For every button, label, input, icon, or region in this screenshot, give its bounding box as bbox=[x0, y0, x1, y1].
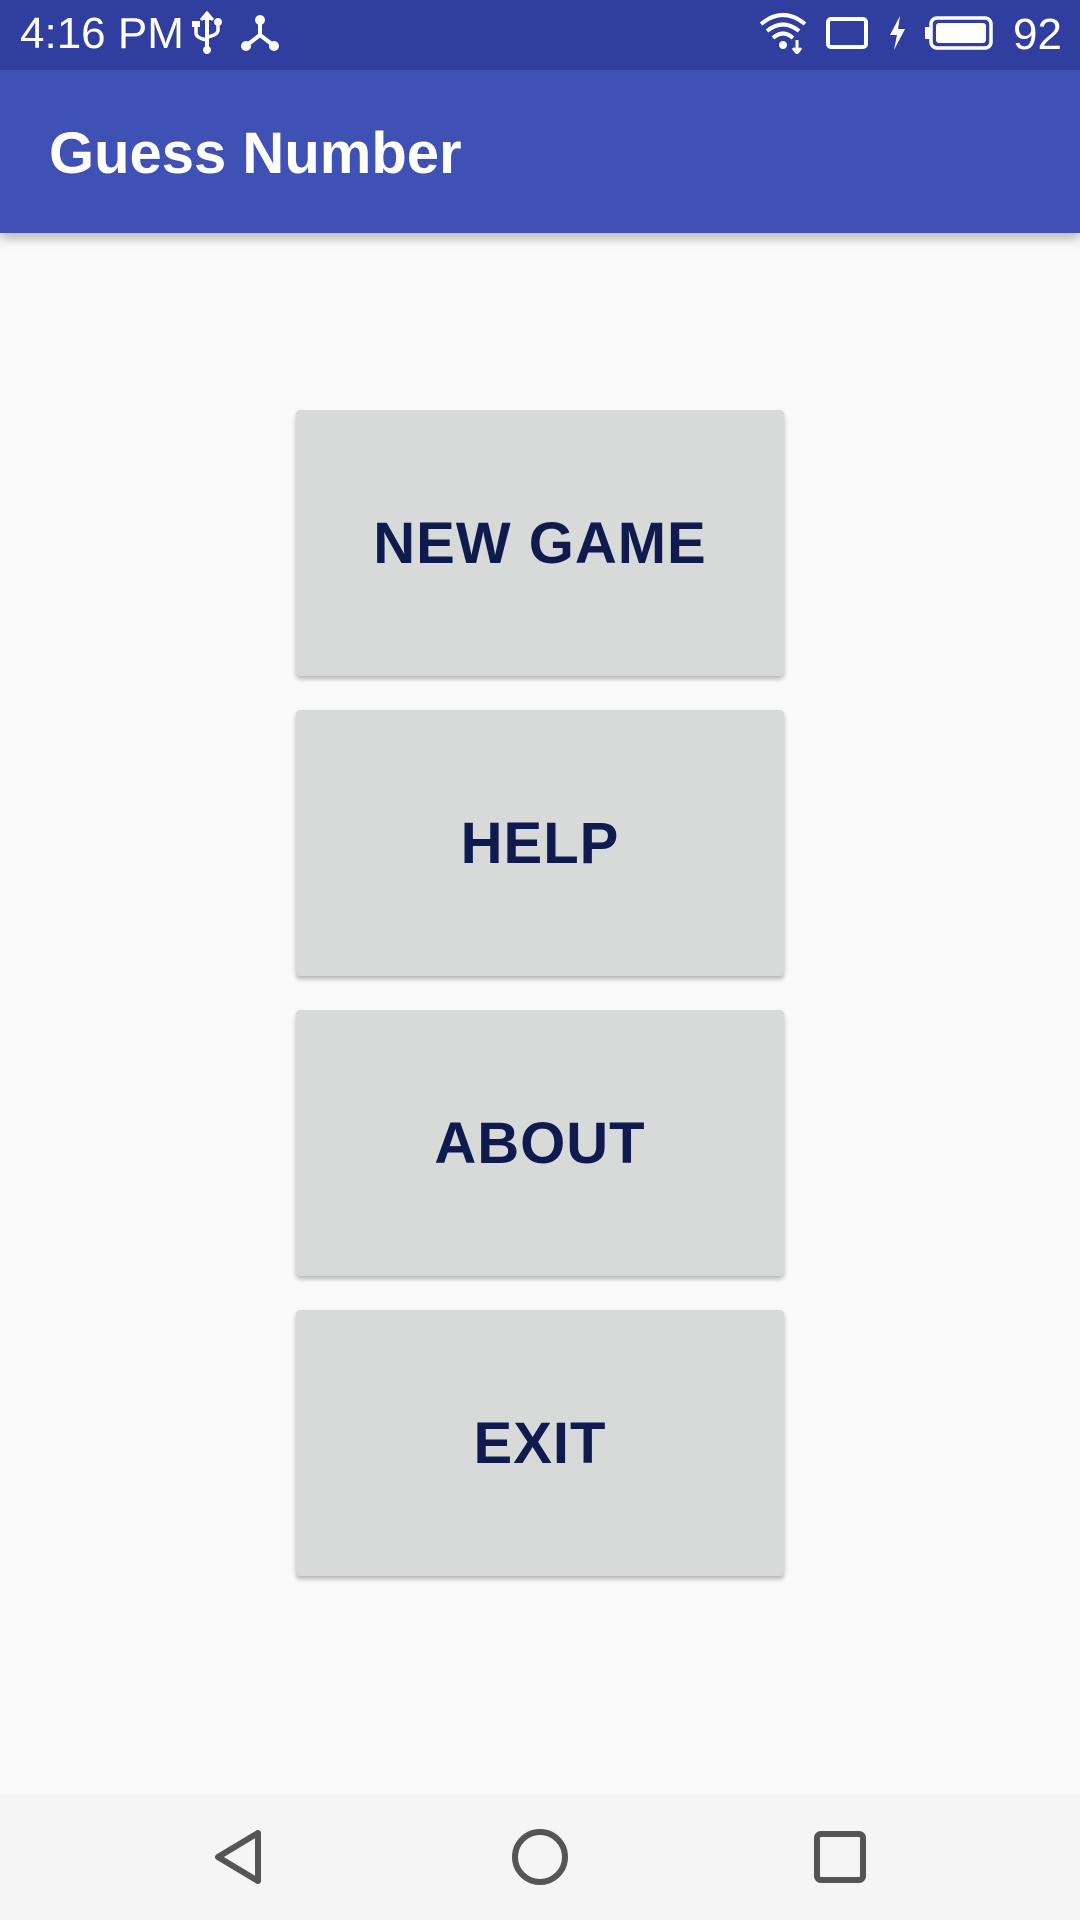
new-game-button[interactable]: NEW GAME bbox=[296, 410, 784, 676]
status-system-icons: 92 bbox=[759, 8, 1062, 62]
share-icon bbox=[240, 13, 280, 58]
battery-level: 92 bbox=[1013, 10, 1062, 59]
charging-icon bbox=[887, 15, 907, 56]
status-notification-icons bbox=[192, 10, 280, 60]
status-time: 4:16 PM bbox=[20, 9, 184, 58]
status-bar: 4:16 PM 92 bbox=[0, 0, 1080, 70]
recents-button[interactable] bbox=[795, 1814, 885, 1904]
navigation-bar bbox=[0, 1794, 1080, 1920]
help-button[interactable]: HELP bbox=[296, 710, 784, 976]
main-menu: NEW GAME HELP ABOUT EXIT bbox=[296, 410, 784, 1610]
wifi-icon bbox=[759, 12, 807, 59]
app-title: Guess Number bbox=[49, 121, 462, 186]
battery-icon bbox=[925, 15, 995, 56]
home-button[interactable] bbox=[495, 1814, 585, 1904]
app-bar: Guess Number bbox=[0, 70, 1080, 233]
home-icon bbox=[510, 1827, 570, 1892]
back-button[interactable] bbox=[195, 1814, 285, 1904]
tablet-icon bbox=[825, 16, 869, 55]
recents-icon bbox=[812, 1829, 868, 1890]
back-icon bbox=[210, 1827, 270, 1892]
about-button[interactable]: ABOUT bbox=[296, 1010, 784, 1276]
usb-icon bbox=[192, 10, 222, 60]
screen: 4:16 PM 92 Guess Number NEW GAME HELP AB… bbox=[0, 0, 1080, 1920]
exit-button[interactable]: EXIT bbox=[296, 1310, 784, 1576]
